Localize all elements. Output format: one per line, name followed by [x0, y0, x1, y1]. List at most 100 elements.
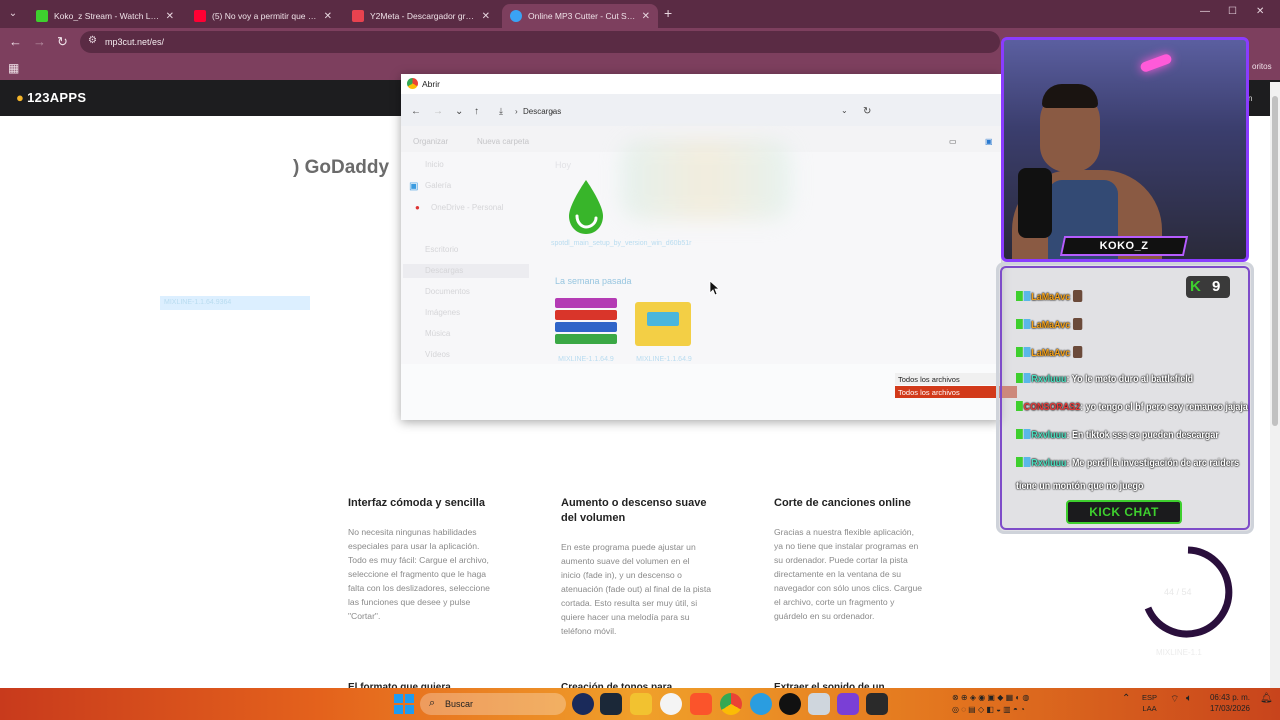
microphone — [1018, 168, 1052, 238]
volume-icon[interactable]: 🔈︎ — [1186, 693, 1192, 704]
streamer-name-bar: KOKO_Z — [1059, 236, 1189, 256]
sidebar-item-downloads[interactable]: Descargas — [425, 266, 463, 275]
chatgpt-icon[interactable] — [660, 693, 682, 715]
dialog-titlebar: Abrir — [401, 74, 1001, 94]
brave-icon[interactable] — [690, 693, 712, 715]
url-text[interactable]: mp3cut.net/es/ — [105, 37, 164, 47]
sidebar-item-videos[interactable]: Vídeos — [425, 350, 450, 359]
app-icon[interactable] — [837, 693, 859, 715]
filetype-select[interactable]: Todos los archivos — [895, 373, 1001, 385]
folder-icon[interactable] — [635, 302, 691, 346]
file-name-label[interactable]: MIXLINE-1.1.64.9 — [629, 356, 699, 363]
close-tab-icon[interactable]: ✕ — [166, 11, 174, 22]
bookmarks-folder-label[interactable]: oritos — [1252, 62, 1272, 71]
mp3cut-favicon-icon — [510, 10, 522, 22]
site-info-icon[interactable]: ⚙ — [88, 35, 97, 46]
kick-badge-icon — [1016, 319, 1023, 329]
dialog-navbar: ← → ⌄ ↑ ⤓ Descargas › › ⌄ ↻ — [401, 94, 1001, 126]
blurred-thumbnails — [621, 140, 791, 220]
back-icon[interactable]: ← — [9, 34, 22, 49]
app-icon[interactable] — [808, 693, 830, 715]
site-logo[interactable]: ● 123APPS — [16, 90, 86, 105]
dialog-history-icon[interactable]: ⌄ — [455, 106, 463, 117]
dialog-forward-icon[interactable]: → — [433, 106, 443, 117]
tab-mp3cutter[interactable]: Online MP3 Cutter - Cut Songs, ✕ — [502, 4, 658, 28]
tray-chevron-icon[interactable]: ⌃ — [1122, 693, 1130, 704]
gallery-icon: ▣ — [409, 181, 419, 192]
dialog-up-icon[interactable]: ↑ — [474, 106, 479, 117]
tab-y2meta[interactable]: Y2Meta - Descargador gratuito ✕ — [344, 4, 498, 28]
tray-icon[interactable]: ⊗ ⊕ ◈ ◉ ▣ ◆ ▦ ◐ ◍ — [952, 693, 1029, 702]
close-window-icon[interactable]: ✕ — [1256, 6, 1264, 17]
sidebar-item-desktop[interactable]: Escritorio — [425, 245, 458, 254]
tray-icon[interactable]: ◎ ◌ ▤ ◇ ◧ ◒ ▥ ◓ ◔ — [952, 705, 1025, 714]
notifications-icon[interactable]: 🔔︎ — [1260, 693, 1273, 704]
logo-dots-icon: ● — [16, 90, 25, 105]
tab-search-chevron-icon[interactable]: ⌄ — [4, 5, 22, 23]
apps-grid-icon[interactable]: ▦ — [8, 61, 19, 75]
feature-body: Gracias a nuestra flexible aplicación, y… — [774, 527, 923, 621]
maximize-icon[interactable]: ☐ — [1228, 6, 1237, 17]
file-name-label[interactable]: MIXLINE-1.1.64.9 — [551, 356, 621, 363]
neon-light — [1139, 52, 1173, 74]
kick-chat-label: KICK CHAT — [1066, 500, 1182, 524]
app-icon[interactable] — [866, 693, 888, 715]
start-button-icon[interactable] — [394, 694, 414, 714]
tab-youtube[interactable]: (5) No voy a permitir que me e ✕ — [186, 4, 340, 28]
address-bar[interactable] — [80, 31, 1000, 53]
obs-icon[interactable] — [779, 693, 801, 715]
sidebar-item-pictures[interactable]: Imágenes — [425, 308, 460, 317]
sidebar-item-home[interactable]: Inicio — [425, 160, 444, 169]
winrar-archive-icon[interactable] — [555, 298, 617, 350]
new-tab-icon[interactable]: + — [664, 5, 672, 21]
close-tab-icon[interactable]: ✕ — [482, 11, 490, 22]
reload-icon[interactable]: ↻ — [57, 34, 68, 50]
chrome-taskbar-icon[interactable] — [720, 693, 742, 715]
file-name-label[interactable]: spotdl_main_setup_by_version_win_d60b51r — [551, 240, 692, 247]
sponsor-logo[interactable]: ) GoDaddy — [293, 157, 389, 179]
chat-message: Rxvluuu: Yo le meto duro al battlefield — [1016, 373, 1208, 385]
sub-badge-icon — [1023, 373, 1031, 383]
file-explorer-icon[interactable] — [630, 693, 652, 715]
progress-filename: MIXLINE-1.1 — [1156, 648, 1202, 657]
sub-badge-icon — [1023, 457, 1031, 467]
kick-badge-icon — [1016, 401, 1023, 411]
dialog-back-icon[interactable]: ← — [411, 106, 421, 117]
feature-title: Corte de canciones online — [774, 497, 911, 509]
breadcrumb[interactable]: Descargas — [523, 107, 561, 116]
sidebar-item-onedrive[interactable]: OneDrive - Personal — [431, 203, 503, 212]
edge-icon[interactable] — [750, 693, 772, 715]
preview-pane-icon[interactable]: ▣ — [985, 137, 993, 146]
view-icon[interactable]: ▭ — [949, 137, 957, 146]
taskbar-search[interactable]: ⌕ Buscar — [420, 693, 566, 715]
chat-message: LaMaAvc — [1016, 346, 1208, 359]
close-tab-icon[interactable]: ✕ — [324, 11, 332, 22]
kick-badge-icon — [1016, 347, 1023, 357]
new-folder-button[interactable]: Nueva carpeta — [477, 137, 529, 146]
path-dropdown-icon[interactable]: ⌄ — [841, 106, 848, 115]
scrollbar-thumb[interactable] — [1272, 96, 1278, 426]
forward-icon[interactable]: → — [33, 34, 46, 49]
emote-icon — [1072, 346, 1083, 358]
refresh-icon[interactable]: ↻ — [863, 106, 871, 117]
filename-input[interactable]: MIXLINE-1.1.64.9364 — [160, 296, 310, 310]
copilot-icon[interactable] — [572, 693, 594, 715]
sidebar-item-music[interactable]: Música — [425, 329, 450, 338]
keyboard-language[interactable]: ESP LAA — [1142, 692, 1157, 714]
chat-message: Rxvluuu: En tiktok sss se pueden descarg… — [1016, 429, 1219, 441]
sidebar-item-gallery[interactable]: Galería — [425, 181, 451, 190]
feature-body: No necesita ningunas habilidades especia… — [348, 527, 490, 621]
minimize-icon[interactable]: — — [1200, 6, 1210, 17]
page-scrollbar[interactable] — [1270, 82, 1280, 688]
downloads-icon: ⤓ — [499, 106, 503, 116]
setup-file-icon[interactable] — [565, 178, 607, 238]
steam-icon[interactable] — [600, 693, 622, 715]
sidebar-item-documents[interactable]: Documentos — [425, 287, 470, 296]
mouse-cursor-icon — [709, 280, 721, 296]
wifi-icon[interactable]: ⌔ — [1170, 693, 1179, 706]
search-icon: ⌕ — [429, 697, 436, 709]
tab-koko-stream[interactable]: Koko_z Stream - Watch Live on ✕ — [28, 4, 182, 28]
organize-button[interactable]: Organizar — [413, 137, 448, 146]
close-tab-icon[interactable]: ✕ — [642, 11, 650, 22]
taskbar-clock[interactable]: 06:43 p. m. 17/03/2026 — [1204, 692, 1250, 714]
